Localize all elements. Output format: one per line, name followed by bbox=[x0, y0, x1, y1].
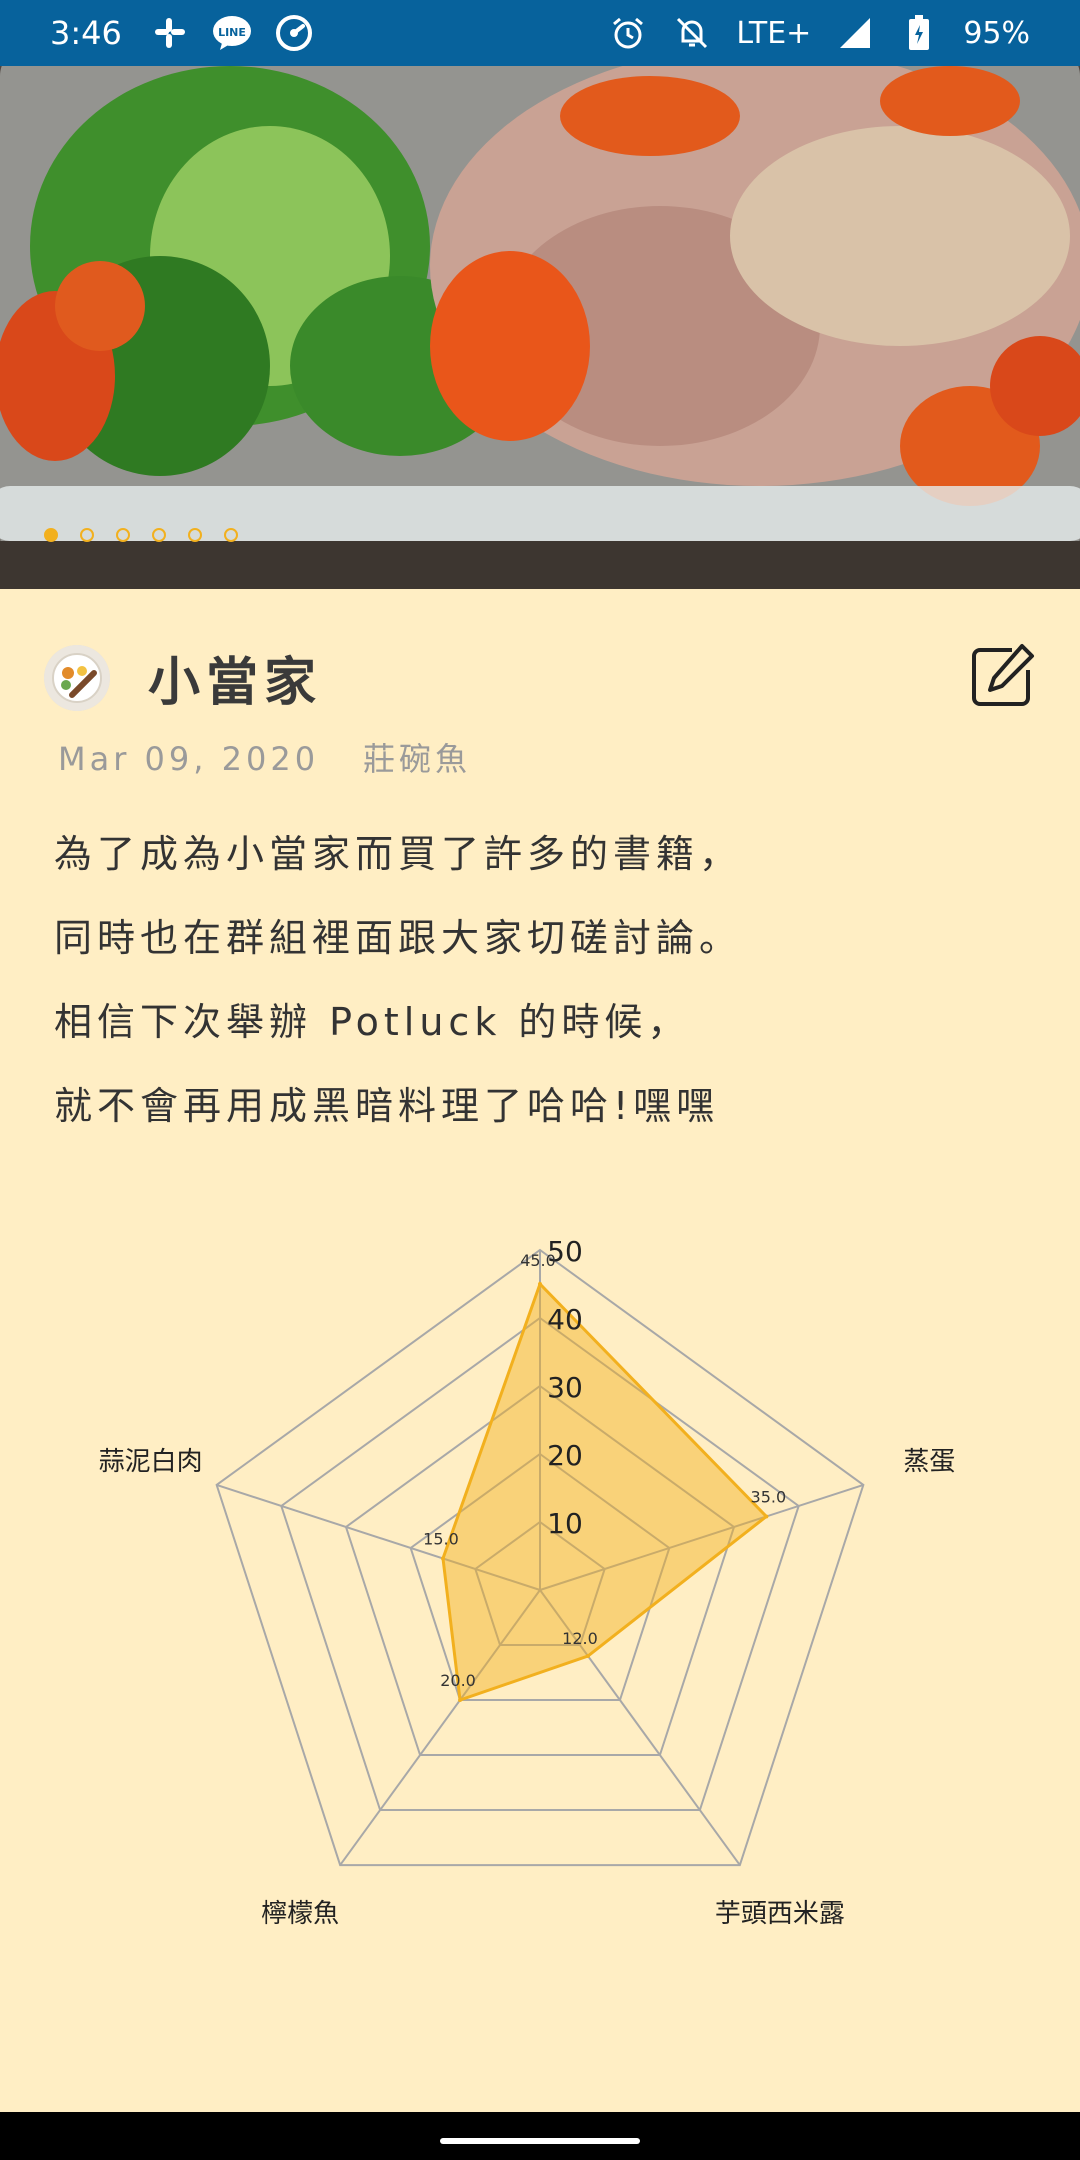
data-point bbox=[458, 1698, 463, 1703]
post-meta: Mar 09, 2020 莊碗魚 bbox=[58, 734, 471, 780]
carousel-dot[interactable] bbox=[188, 528, 202, 542]
navigation-bar bbox=[0, 2112, 1080, 2160]
data-series-area bbox=[441, 1281, 769, 1703]
value-label: 45.0 bbox=[520, 1251, 556, 1270]
radar-chart: 102030405045.035.012.020.015.0椒麻雞蒸蛋芋頭西米露… bbox=[99, 1235, 956, 1929]
line-icon: LINE bbox=[212, 13, 252, 53]
post-title: 小當家 bbox=[148, 653, 323, 713]
tick-label: 20 bbox=[547, 1439, 583, 1472]
tick-label: 40 bbox=[547, 1303, 583, 1336]
battery-icon bbox=[899, 13, 939, 53]
category-label: 檸檬魚 bbox=[261, 1899, 339, 1929]
avatar[interactable] bbox=[44, 644, 110, 711]
data-point bbox=[764, 1514, 769, 1519]
home-handle[interactable] bbox=[440, 2138, 640, 2144]
signal-icon bbox=[835, 13, 875, 53]
post-body: 為了成為小當家而買了許多的書籍， 同時也在群組裡面跟大家切磋討論。 相信下次舉辦… bbox=[54, 812, 1034, 1148]
value-label: 35.0 bbox=[751, 1487, 787, 1506]
post-header: 小當家 bbox=[44, 640, 322, 715]
alarm-icon bbox=[608, 13, 648, 53]
status-bar: 3:46 LINE LTE+ 95% bbox=[0, 0, 1080, 66]
carousel-dot[interactable] bbox=[152, 528, 166, 542]
post-body-line: 就不會再用成黑暗料理了哈哈!嘿嘿 bbox=[54, 1084, 720, 1128]
tick-label: 30 bbox=[547, 1371, 583, 1404]
data-point bbox=[440, 1556, 445, 1561]
edit-icon bbox=[972, 644, 1034, 706]
data-point bbox=[538, 1282, 542, 1286]
category-label: 蒜泥白肉 bbox=[99, 1447, 203, 1477]
post-author: 莊碗魚 bbox=[363, 740, 472, 778]
carousel-dot[interactable] bbox=[224, 528, 238, 542]
value-label: 12.0 bbox=[562, 1629, 598, 1648]
carousel-dot[interactable] bbox=[44, 528, 58, 542]
category-label: 芋頭西米露 bbox=[715, 1899, 845, 1929]
post-body-line: 同時也在群組裡面跟大家切磋討論。 bbox=[54, 916, 743, 960]
slack-icon bbox=[150, 13, 190, 53]
carousel-indicator bbox=[44, 528, 238, 542]
value-label: 20.0 bbox=[440, 1671, 476, 1690]
food-photo bbox=[0, 66, 1080, 589]
svg-text:LINE: LINE bbox=[218, 26, 246, 39]
value-label: 15.0 bbox=[423, 1529, 459, 1548]
network-label: LTE+ bbox=[736, 15, 812, 51]
edit-button[interactable] bbox=[966, 640, 1038, 712]
status-time: 3:46 bbox=[50, 14, 122, 52]
food-photo-carousel[interactable] bbox=[0, 66, 1080, 589]
category-label: 蒸蛋 bbox=[903, 1447, 955, 1477]
speedometer-icon bbox=[274, 13, 314, 53]
mute-icon bbox=[672, 13, 712, 53]
data-point bbox=[585, 1654, 590, 1659]
post-body-line: 為了成為小當家而買了許多的書籍， bbox=[54, 832, 743, 876]
battery-percent: 95% bbox=[963, 15, 1030, 51]
carousel-dot[interactable] bbox=[116, 528, 130, 542]
post-date: Mar 09, 2020 bbox=[58, 740, 320, 778]
carousel-dot[interactable] bbox=[80, 528, 94, 542]
post-body-line: 相信下次舉辦 Potluck 的時候， bbox=[54, 1000, 691, 1044]
tick-label: 10 bbox=[547, 1507, 583, 1540]
